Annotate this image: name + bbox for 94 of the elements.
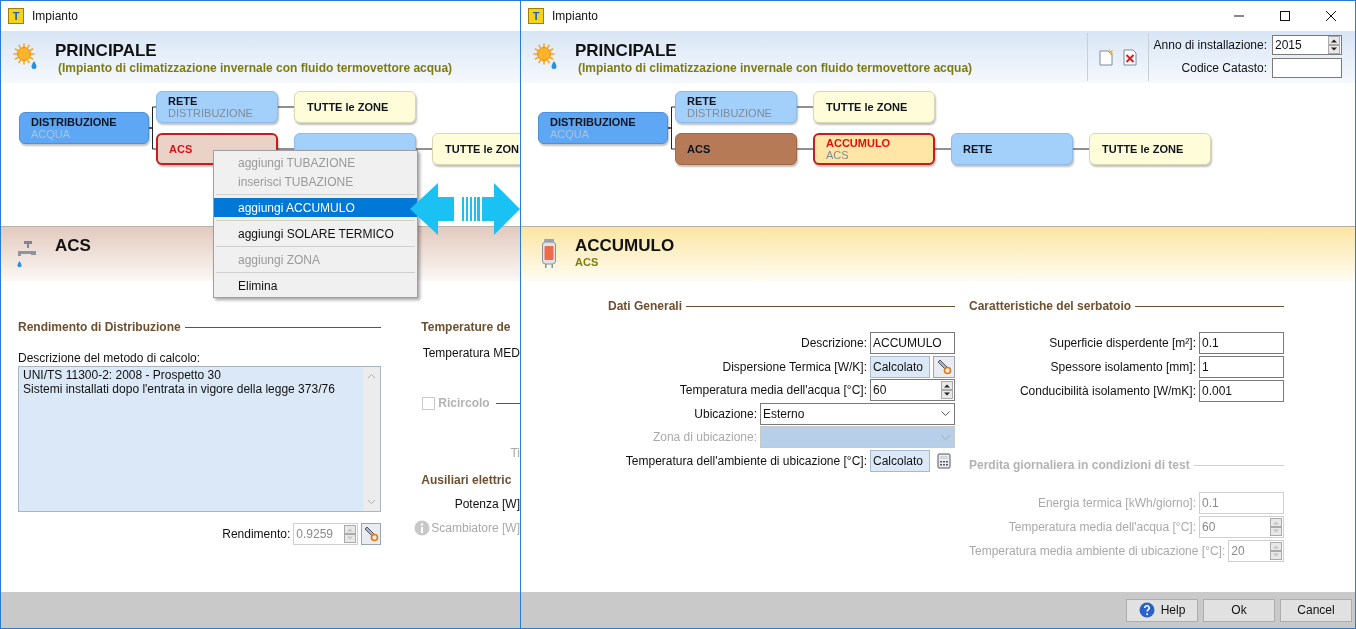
- diagram-node[interactable]: TUTTE le ZONE: [1089, 133, 1211, 165]
- field-label: Energia termica [kWh/giorno]:: [1037, 495, 1196, 512]
- maximize-icon[interactable]: [1279, 10, 1291, 22]
- connector-line: [796, 106, 814, 108]
- connector-line: [934, 148, 952, 150]
- connector-line: [148, 127, 157, 150]
- help-icon: [1138, 602, 1155, 618]
- diagram-node[interactable]: TUTTE le ZON: [432, 133, 520, 165]
- diagram-node[interactable]: TUTTE le ZONE: [813, 91, 935, 123]
- input-field[interactable]: 0.1: [1199, 332, 1284, 354]
- field-label: Temperatura media ambiente di ubicazione [°C]:: [969, 543, 1226, 560]
- field-label: Zona di ubicazione:: [652, 429, 757, 446]
- diagram-node[interactable]: ACCUMULO ACS: [813, 133, 935, 165]
- section-heading: Perdita giornaliera in condizioni di test: [969, 457, 1190, 474]
- diagram-node[interactable]: TUTTE le ZONE: [294, 91, 416, 123]
- tank-icon: [541, 239, 557, 269]
- spin-field[interactable]: 2015: [1272, 35, 1342, 55]
- spin-field[interactable]: 60: [870, 379, 955, 401]
- field-label: Rendimento:: [222, 526, 291, 543]
- app-logo: T: [528, 8, 544, 24]
- text-area[interactable]: UNI/TS 11300-2: 2008 - Prospetto 30 Sistemi installati dopo l'entrata in vigore della legge 373/76: [18, 366, 382, 512]
- section-subtitle: ACS: [575, 256, 600, 268]
- dialog-button[interactable]: Ok: [1203, 598, 1275, 622]
- field-label: Superficie disperdente [m²]:: [1049, 335, 1196, 352]
- input-field[interactable]: [1272, 58, 1342, 78]
- diagram-node[interactable]: RETE DISTRIBUZIONE: [156, 91, 278, 123]
- sun-drop-icon: [13, 43, 39, 71]
- input-field[interactable]: 0.001: [1199, 380, 1284, 402]
- window-title: Impianto: [552, 8, 599, 25]
- diagram-node[interactable]: DISTRIBUZIONE ACQUA: [538, 112, 668, 144]
- section-title: ACS: [55, 236, 91, 256]
- field-label: Dispersione Termica [W/K]:: [722, 358, 867, 376]
- field-label: Ti: [510, 445, 520, 462]
- section-heading: Caratteristiche del serbatoio: [969, 298, 1132, 315]
- menu-item[interactable]: Elimina: [214, 276, 417, 295]
- diagram-node[interactable]: ACS: [675, 133, 797, 165]
- section-heading: Ausiliari elettric: [421, 472, 512, 489]
- field-label: Temperatura MED: [422, 345, 520, 362]
- field-label: Anno di installazione:: [1153, 37, 1267, 54]
- window-title: Impianto: [32, 8, 79, 25]
- diagram-node[interactable]: RETE DISTRIBUZIONE: [675, 91, 797, 123]
- field-label: Codice Catasto:: [1180, 60, 1267, 77]
- dialog-button[interactable]: Help: [1126, 598, 1198, 622]
- input-field[interactable]: 1: [1199, 356, 1284, 378]
- faucet-icon: [16, 239, 38, 269]
- field-label: Potenza [W]: [454, 496, 520, 513]
- tool-button[interactable]: [933, 355, 955, 378]
- sun-drop-icon: [533, 43, 559, 71]
- input-field[interactable]: Calcolato: [870, 449, 930, 472]
- field-label: Spessore isolamento [mm]:: [1050, 359, 1196, 376]
- header-title: PRINCIPALE: [575, 41, 678, 61]
- connector-line: [277, 148, 295, 150]
- diagram-node[interactable]: RETE: [951, 133, 1073, 165]
- field-label: Conducibilità isolamento [W/mK]:: [1019, 383, 1196, 400]
- connector-line: [796, 148, 814, 150]
- header-subtitle: (Impianto di climatizzazione invernale con fluido termovettore acqua): [578, 61, 973, 75]
- input-field[interactable]: ACCUMULO: [870, 332, 955, 354]
- field-label: Ubicazione:: [694, 405, 757, 423]
- header-title: PRINCIPALE: [55, 41, 158, 61]
- spinner-icon[interactable]: [941, 381, 953, 399]
- connector-line: [667, 127, 676, 150]
- tool-icon: [936, 358, 952, 375]
- info-icon: [414, 520, 431, 536]
- app-logo: T: [8, 8, 24, 24]
- menu-item[interactable]: aggiungi SOLARE TERMICO: [214, 224, 417, 243]
- tool-icon: [363, 526, 380, 542]
- chevron-down-icon: [941, 434, 950, 440]
- dropdown[interactable]: Esterno: [760, 402, 955, 425]
- section-heading: Dati Generali: [608, 298, 683, 315]
- field-label: Descrizione:: [800, 335, 867, 352]
- connector-line: [1072, 148, 1090, 150]
- field-label: Temperatura media dell'acqua [°C]:: [1008, 519, 1196, 536]
- chevron-down-icon: [941, 411, 950, 416]
- scrollbar[interactable]: [363, 367, 381, 511]
- checkbox-label: Ricircolo: [438, 395, 490, 412]
- header-subtitle: (Impianto di climatizzazione invernale con fluido termovettore acqua): [58, 61, 453, 75]
- section-title: ACCUMULO: [575, 236, 675, 256]
- diagram-node[interactable]: DISTRIBUZIONE ACQUA: [19, 112, 149, 144]
- field-label: Temperatura dell'ambiente di ubicazione [°C]:: [625, 452, 867, 470]
- field-label: Scambiatore [W]: [431, 520, 520, 537]
- calculator-icon: [937, 452, 951, 469]
- close-icon[interactable]: [1325, 10, 1337, 22]
- connector-line: [277, 106, 295, 108]
- input-field[interactable]: Calcolato: [870, 355, 930, 378]
- field-label: Descrizione del metodo di calcolo:: [18, 351, 202, 365]
- dialog-button[interactable]: Cancel: [1280, 598, 1352, 622]
- connector-line: [415, 148, 433, 150]
- section-heading: Rendimento di Distribuzione: [18, 319, 181, 336]
- tool-button[interactable]: [361, 523, 382, 545]
- menu-item[interactable]: aggiungi ACCUMULO: [214, 198, 417, 217]
- section-heading: Temperature de: [421, 319, 511, 336]
- field-label: Temperatura media dell'acqua [°C]:: [679, 382, 867, 399]
- delete-document-icon[interactable]: [1121, 48, 1138, 66]
- spinner-icon[interactable]: [1328, 36, 1340, 54]
